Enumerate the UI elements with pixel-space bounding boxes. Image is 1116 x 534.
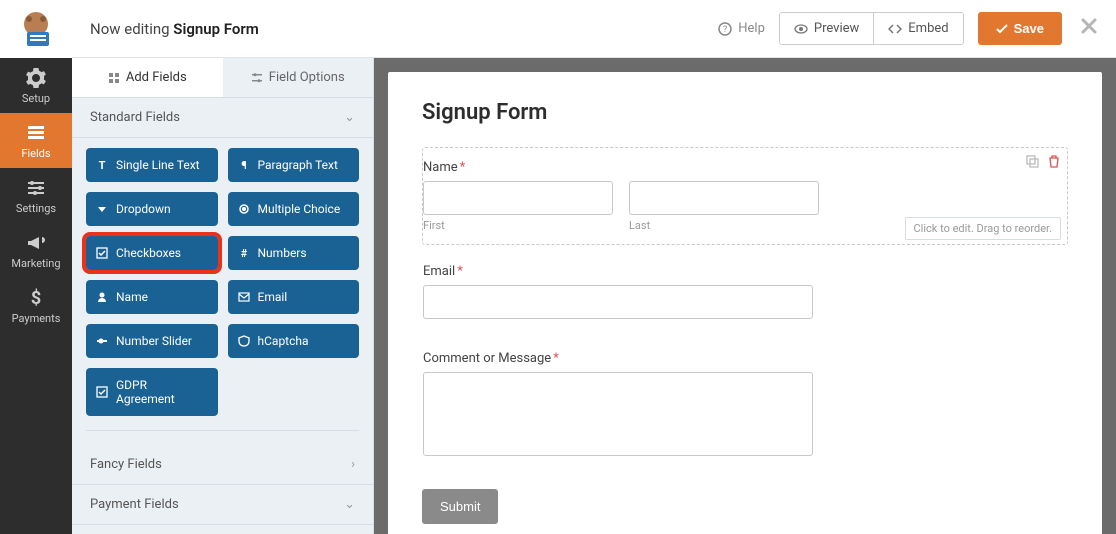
help-icon: ? xyxy=(718,22,732,36)
bullhorn-icon xyxy=(26,233,46,253)
field-paragraph-text[interactable]: ¶ Paragraph Text xyxy=(228,148,360,182)
preview-button[interactable]: Preview xyxy=(780,13,873,44)
nav-settings[interactable]: Settings xyxy=(0,168,72,223)
person-icon xyxy=(96,291,108,303)
field-gdpr[interactable]: GDPR Agreement xyxy=(86,368,218,416)
reorder-hint: Click to edit. Drag to reorder. xyxy=(905,217,1061,240)
group-fancy-fields[interactable]: Fancy Fields › xyxy=(72,445,373,485)
chevron-down-icon: ⌄ xyxy=(344,110,355,125)
embed-button[interactable]: Embed xyxy=(873,13,962,44)
eye-icon xyxy=(794,22,808,36)
textarea-comment[interactable] xyxy=(423,372,813,456)
label-email: Email* xyxy=(423,264,1053,279)
field-name[interactable]: Name xyxy=(86,280,218,314)
sublabel-last: Last xyxy=(629,219,819,232)
field-hcaptcha[interactable]: hCaptcha xyxy=(228,324,360,358)
field-checkboxes[interactable]: Checkboxes xyxy=(86,236,218,270)
sublabel-first: First xyxy=(423,219,613,232)
nav-payments[interactable]: $ Payments xyxy=(0,278,72,333)
field-block-comment[interactable]: Comment or Message* xyxy=(422,338,1068,473)
sliders-icon xyxy=(251,72,263,84)
nav-fields[interactable]: Fields xyxy=(0,113,72,168)
field-dropdown[interactable]: Dropdown xyxy=(86,192,218,226)
svg-text:¶: ¶ xyxy=(241,159,246,171)
vertical-nav: Setup Fields Settings Marketing $ Paymen… xyxy=(0,0,72,534)
field-multiple-choice[interactable]: Multiple Choice xyxy=(228,192,360,226)
fields-panel: Add Fields Field Options Standard Fields… xyxy=(72,58,374,534)
caret-down-icon xyxy=(96,203,108,215)
group-payment-fields[interactable]: Payment Fields ⌄ xyxy=(72,485,373,525)
trash-icon[interactable] xyxy=(1047,154,1061,168)
label-name: Name* xyxy=(423,160,1053,175)
chevron-down-icon: ⌄ xyxy=(344,497,355,512)
input-first-name[interactable] xyxy=(423,181,613,215)
nav-marketing[interactable]: Marketing xyxy=(0,223,72,278)
logo xyxy=(0,0,72,58)
checkbox-icon xyxy=(96,247,108,259)
chevron-right-icon: › xyxy=(351,457,355,472)
radio-icon xyxy=(238,203,250,215)
input-email[interactable] xyxy=(423,285,813,319)
grid-icon xyxy=(108,72,120,84)
field-number-slider[interactable]: Number Slider xyxy=(86,324,218,358)
input-last-name[interactable] xyxy=(629,181,819,215)
svg-text:#: # xyxy=(240,247,247,259)
editing-title: Now editing Signup Form xyxy=(90,20,259,38)
field-block-email[interactable]: Email* xyxy=(422,251,1068,332)
wpforms-logo-icon xyxy=(15,10,57,48)
checkbox-icon xyxy=(96,386,108,398)
envelope-icon xyxy=(238,291,250,303)
field-single-line-text[interactable]: T Single Line Text xyxy=(86,148,218,182)
hash-icon: # xyxy=(238,247,250,259)
svg-text:T: T xyxy=(99,159,106,171)
field-numbers[interactable]: # Numbers xyxy=(228,236,360,270)
gear-icon xyxy=(26,68,46,88)
paragraph-icon: ¶ xyxy=(238,159,250,171)
check-icon xyxy=(996,23,1008,35)
submit-button[interactable]: Submit xyxy=(422,489,498,524)
form-icon xyxy=(26,123,46,143)
svg-text:?: ? xyxy=(723,25,727,35)
text-icon: T xyxy=(96,159,108,171)
help-link[interactable]: ? Help xyxy=(718,21,765,36)
group-standard-fields[interactable]: Standard Fields ⌄ xyxy=(72,98,373,138)
header-bar: Now editing Signup Form ? Help Preview E… xyxy=(72,0,1116,58)
form-title: Signup Form xyxy=(422,100,1068,125)
preview-embed-group: Preview Embed xyxy=(779,12,964,45)
save-button[interactable]: Save xyxy=(978,12,1062,45)
field-block-name[interactable]: Name* First Last Click to edit. Drag xyxy=(422,147,1068,245)
sliders-icon xyxy=(26,178,46,198)
dollar-icon: $ xyxy=(26,288,46,308)
close-icon xyxy=(1080,17,1098,35)
nav-setup[interactable]: Setup xyxy=(0,58,72,113)
field-email[interactable]: Email xyxy=(228,280,360,314)
svg-text:$: $ xyxy=(31,288,41,308)
close-button[interactable] xyxy=(1080,16,1098,41)
duplicate-icon[interactable] xyxy=(1025,154,1039,168)
label-comment: Comment or Message* xyxy=(423,351,1053,366)
shield-icon xyxy=(238,335,250,347)
tab-add-fields[interactable]: Add Fields xyxy=(72,58,223,97)
preview-canvas: Signup Form Name* First xyxy=(374,58,1116,534)
tab-field-options[interactable]: Field Options xyxy=(223,58,374,97)
code-icon xyxy=(888,22,902,36)
slider-icon xyxy=(96,335,108,347)
